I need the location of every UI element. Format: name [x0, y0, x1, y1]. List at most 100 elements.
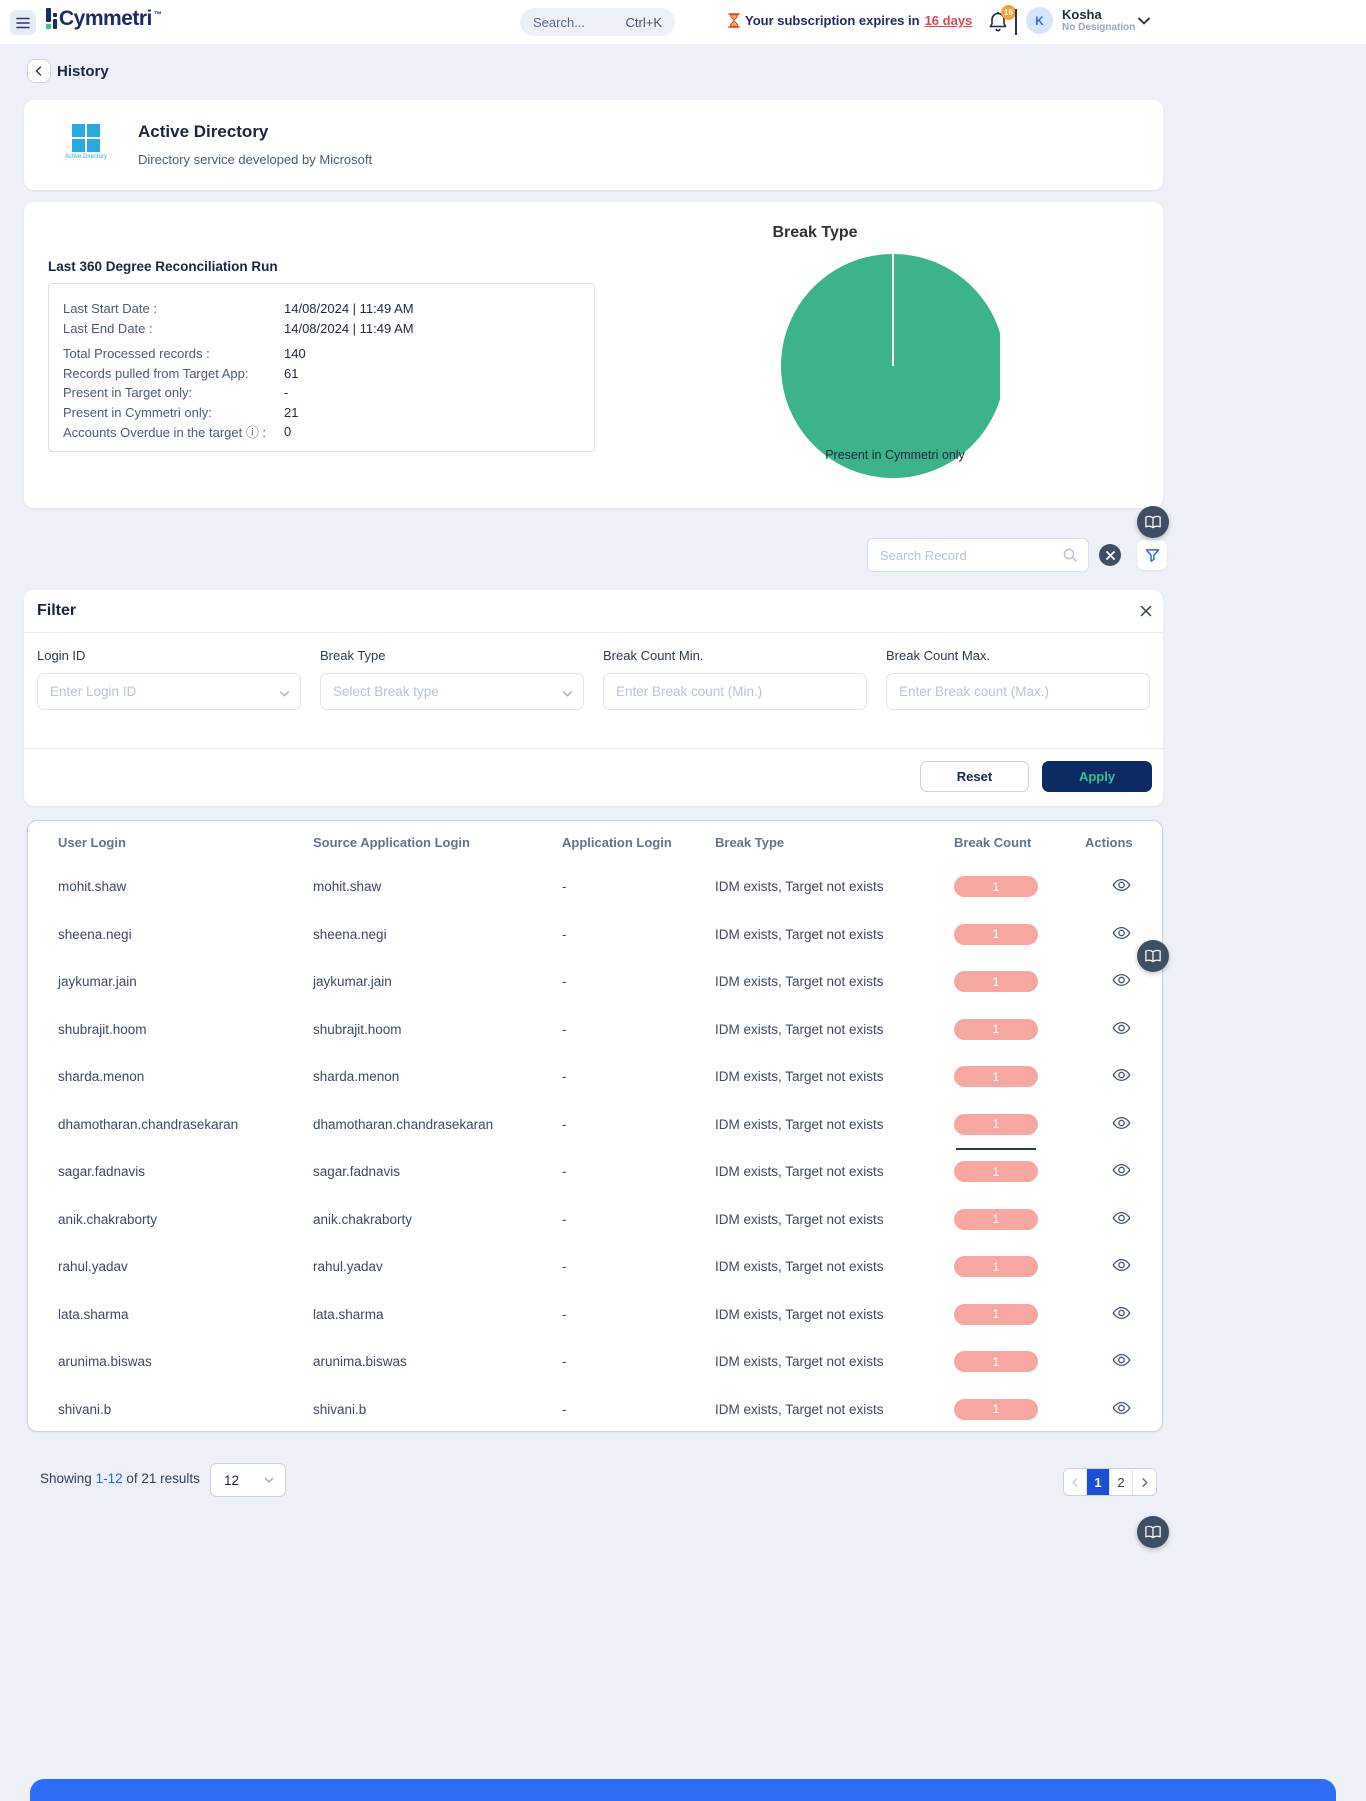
view-record-button[interactable]: [1110, 1018, 1133, 1038]
break-count-min-control[interactable]: [603, 673, 867, 710]
stat-label: Total Processed records :: [63, 346, 284, 361]
break-type-input[interactable]: [333, 684, 557, 699]
stat-row: Last Start Date :14/08/2024 | 11:49 AM: [63, 299, 594, 319]
source-login-cell: anik.chakraborty: [313, 1212, 562, 1227]
table-row: sheena.negisheena.negi-IDM exists, Targe…: [28, 911, 1162, 959]
break-count-badge: 1: [954, 924, 1038, 945]
filter-close-button[interactable]: [1134, 600, 1158, 624]
user-menu[interactable]: K Kosha No Designation: [1026, 7, 1135, 34]
record-search-input[interactable]: [880, 548, 1062, 563]
stat-row: Accounts Overdue in the target ⓘ :0: [63, 422, 594, 442]
login-id-control[interactable]: [37, 673, 301, 710]
view-record-button[interactable]: [1110, 1160, 1133, 1180]
user-login-cell: mohit.shaw: [58, 879, 313, 894]
user-menu-chevron[interactable]: [1136, 13, 1152, 32]
break-count-max-control[interactable]: [886, 673, 1150, 710]
view-record-button[interactable]: [1110, 1065, 1133, 1085]
filter-icon: [1145, 548, 1160, 563]
application-login-cell: -: [562, 927, 715, 942]
avatar: K: [1026, 7, 1053, 34]
windows-icon: [72, 124, 100, 152]
page-button-1[interactable]: 1: [1087, 1469, 1110, 1495]
previous-page-button[interactable]: [1064, 1469, 1087, 1495]
app-subtitle: Directory service developed by Microsoft: [138, 152, 372, 167]
table-row: shubrajit.hoomshubrajit.hoom-IDM exists,…: [28, 1006, 1162, 1054]
view-record-button[interactable]: [1110, 1255, 1133, 1275]
application-login-cell: -: [562, 1117, 715, 1132]
walkthrough-button-bottom[interactable]: [1137, 1516, 1169, 1548]
clear-icon: [1106, 551, 1115, 560]
view-record-button[interactable]: [1110, 1208, 1133, 1228]
actions-cell: [1085, 970, 1133, 993]
user-designation: No Designation: [1062, 22, 1135, 34]
user-login-cell: rahul.yadav: [58, 1259, 313, 1274]
actions-cell: [1085, 1303, 1133, 1326]
view-record-button[interactable]: [1110, 1113, 1133, 1133]
filter-field-label: Break Count Min.: [603, 648, 867, 663]
source-login-cell: sharda.menon: [313, 1069, 562, 1084]
view-record-button[interactable]: [1110, 923, 1133, 943]
book-icon: [1145, 515, 1161, 529]
break-count-badge: 1: [954, 1304, 1038, 1325]
back-button[interactable]: [27, 59, 51, 83]
filter-field-break-count-max: Break Count Max.: [886, 648, 1150, 710]
break-count-badge: 1: [954, 1161, 1038, 1182]
stat-value: 61: [284, 366, 298, 381]
clear-search-button[interactable]: [1099, 544, 1121, 566]
filter-field-label: Login ID: [37, 648, 301, 663]
view-record-button[interactable]: [1110, 1350, 1133, 1370]
break-type-cell: IDM exists, Target not exists: [715, 1069, 954, 1084]
walkthrough-button-top[interactable]: [1137, 506, 1169, 538]
view-record-button[interactable]: [1110, 1303, 1133, 1323]
eye-icon: [1112, 1067, 1131, 1083]
page-size-select[interactable]: 12: [210, 1463, 286, 1497]
eye-icon: [1112, 972, 1131, 988]
next-page-button[interactable]: [1133, 1469, 1156, 1495]
stat-value: 14/08/2024 | 11:49 AM: [284, 301, 414, 316]
break-type-control[interactable]: [320, 673, 584, 710]
break-count-max-input[interactable]: [899, 684, 1123, 699]
walkthrough-button-middle[interactable]: [1137, 940, 1169, 972]
break-count-badge: 1: [954, 876, 1038, 897]
notification-bell-button[interactable]: 16: [984, 8, 1012, 38]
application-login-cell: -: [562, 974, 715, 989]
break-count-cell: 1: [954, 1114, 1085, 1135]
actions-cell: [1085, 1255, 1133, 1278]
divider: [24, 632, 1163, 633]
table-body: mohit.shawmohit.shaw-IDM exists, Target …: [28, 863, 1162, 1432]
view-record-button[interactable]: [1110, 970, 1133, 990]
filter-toggle-button[interactable]: [1137, 540, 1167, 570]
subscription-days-link[interactable]: 16 days: [925, 13, 973, 28]
menu-button[interactable]: [10, 10, 36, 35]
eye-icon: [1112, 1115, 1131, 1131]
apply-button[interactable]: Apply: [1042, 761, 1152, 792]
break-count-badge: 1: [954, 1399, 1038, 1420]
navbar-divider: [1015, 9, 1017, 35]
chevron-down-icon: [263, 1474, 275, 1486]
source-login-cell: jaykumar.jain: [313, 974, 562, 989]
recon-stats-box: Last Start Date :14/08/2024 | 11:49 AMLa…: [48, 283, 595, 452]
break-count-badge: 1: [954, 1066, 1038, 1087]
view-record-button[interactable]: [1110, 875, 1133, 895]
break-count-cell: 1: [954, 1161, 1085, 1182]
eye-icon: [1112, 1020, 1131, 1036]
break-type-cell: IDM exists, Target not exists: [715, 1402, 954, 1417]
page-button-2[interactable]: 2: [1110, 1469, 1133, 1495]
cymmetri-logo[interactable]: Cymmetri ™: [46, 8, 162, 29]
back-icon: [34, 66, 44, 76]
reset-button[interactable]: Reset: [920, 761, 1029, 792]
stat-value: 0: [284, 424, 291, 439]
view-record-button[interactable]: [1110, 1398, 1133, 1418]
stat-row: Total Processed records :140: [63, 344, 594, 364]
stat-value: -: [284, 385, 288, 400]
stat-value: 21: [284, 405, 298, 420]
stat-row: Present in Cymmetri only:21: [63, 403, 594, 423]
application-login-cell: -: [562, 1402, 715, 1417]
break-type-cell: IDM exists, Target not exists: [715, 879, 954, 894]
user-login-cell: jaykumar.jain: [58, 974, 313, 989]
user-login-cell: sheena.negi: [58, 927, 313, 942]
login-id-input[interactable]: [50, 684, 274, 699]
break-count-min-input[interactable]: [616, 684, 840, 699]
global-search[interactable]: Search... Ctrl+K: [520, 8, 675, 36]
actions-cell: [1085, 1160, 1133, 1183]
